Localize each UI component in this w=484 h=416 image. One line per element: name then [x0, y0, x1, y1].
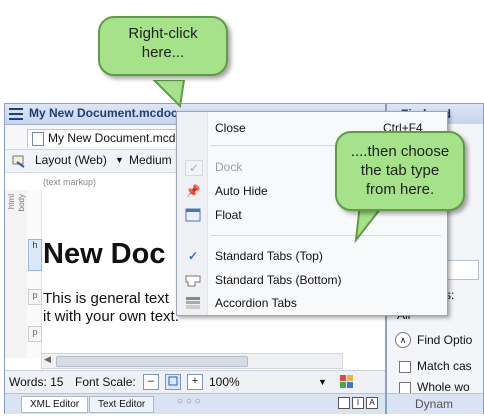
- view-mode-icon[interactable]: [338, 397, 350, 409]
- tabs-bottom-icon: [185, 275, 201, 287]
- color-palette-icon[interactable]: [339, 374, 355, 390]
- reset-zoom-icon: [168, 376, 178, 386]
- layout-dropdown-arrow-icon[interactable]: ▼: [115, 155, 124, 165]
- float-window-icon: [185, 208, 201, 222]
- view-text-icon[interactable]: A: [366, 397, 378, 409]
- menu-item-close[interactable]: Close: [215, 121, 246, 135]
- layout-icon[interactable]: [11, 153, 27, 169]
- dock-check-icon: ✓: [185, 160, 203, 176]
- zoom-out-button[interactable]: –: [143, 374, 159, 390]
- tab-text-editor[interactable]: Text Editor: [89, 396, 155, 413]
- paragraph-line: This is general text: [43, 290, 169, 307]
- ruler-html-label: html: [7, 194, 16, 210]
- more-dots-icon: ○ ○ ○: [177, 396, 201, 407]
- zoom-dropdown-arrow-icon[interactable]: ▼: [318, 377, 327, 387]
- layout-dropdown[interactable]: Layout (Web): [35, 153, 107, 167]
- menu-item-float[interactable]: Float: [215, 208, 242, 222]
- match-case-label: Match cas: [417, 359, 472, 373]
- pin-icon: 📌: [185, 184, 201, 198]
- callout-choose-text: ....then choose the tab type from here.: [350, 143, 450, 198]
- horizontal-scrollbar[interactable]: ◀: [41, 353, 343, 369]
- menu-item-standard-tabs-top[interactable]: Standard Tabs (Top): [215, 249, 323, 263]
- expand-options-icon[interactable]: ∧: [395, 332, 411, 348]
- callout-choose-tab-type: ....then choose the tab type from here.: [335, 131, 465, 211]
- font-scale-label: Font Scale:: [75, 375, 136, 389]
- zoom-level[interactable]: 100%: [209, 375, 240, 389]
- view-split-icon[interactable]: I: [352, 397, 364, 409]
- right-bottom-tabs: Dynam: [387, 393, 483, 414]
- scrollbar-thumb[interactable]: [56, 356, 248, 367]
- heading-block-marker[interactable]: h: [28, 239, 42, 271]
- accordion-tabs-icon: [186, 297, 200, 309]
- tab-xml-editor[interactable]: XML Editor: [21, 396, 89, 413]
- window-menu-icon[interactable]: [9, 108, 23, 120]
- menu-item-standard-tabs-bottom[interactable]: Standard Tabs (Bottom): [215, 273, 342, 287]
- word-count: Words: 15: [9, 375, 64, 389]
- callout-right-click-text: Right-click here...: [128, 25, 198, 61]
- editor-bottom-tabs: XML Editor Text Editor ○ ○ ○ I A: [5, 393, 385, 414]
- zoom-in-button[interactable]: +: [187, 374, 203, 390]
- paragraph-line: it with your own text.: [43, 308, 179, 325]
- callout-pointer: [152, 80, 186, 109]
- status-bar: Words: 15 Font Scale: – + 100% ▼: [5, 370, 385, 393]
- menu-item-dock: Dock: [215, 160, 243, 174]
- menu-item-accordion-tabs[interactable]: Accordion Tabs: [215, 296, 297, 310]
- paragraph-block-marker[interactable]: p: [28, 289, 42, 305]
- document-icon: [32, 132, 44, 146]
- ruler-body-label: body: [17, 194, 26, 212]
- menu-item-auto-hide[interactable]: Auto Hide: [215, 184, 268, 198]
- document-paragraph[interactable]: This is general text it with your own te…: [43, 290, 179, 326]
- whole-word-label: Whole wo: [417, 380, 470, 394]
- structure-bar: html body: [5, 190, 28, 358]
- match-case-checkbox[interactable]: [399, 361, 411, 373]
- document-tab[interactable]: My New Document.mcdoc: [27, 129, 196, 147]
- medium-dropdown[interactable]: Medium: [129, 153, 172, 167]
- text-markup-label: (text markup): [43, 177, 97, 187]
- scroll-left-icon[interactable]: ◀: [44, 354, 51, 365]
- paragraph-block-marker[interactable]: p: [28, 326, 42, 342]
- find-options-label[interactable]: Find Optio: [417, 333, 472, 347]
- document-heading[interactable]: New Doc: [43, 238, 165, 271]
- zoom-reset-button[interactable]: [165, 374, 181, 390]
- selected-check-icon: ✓: [187, 249, 199, 263]
- document-tab-label: My New Document.mcdoc: [48, 131, 189, 145]
- callout-right-click: Right-click here...: [98, 16, 228, 76]
- tab-dynamic[interactable]: Dynam: [415, 397, 453, 411]
